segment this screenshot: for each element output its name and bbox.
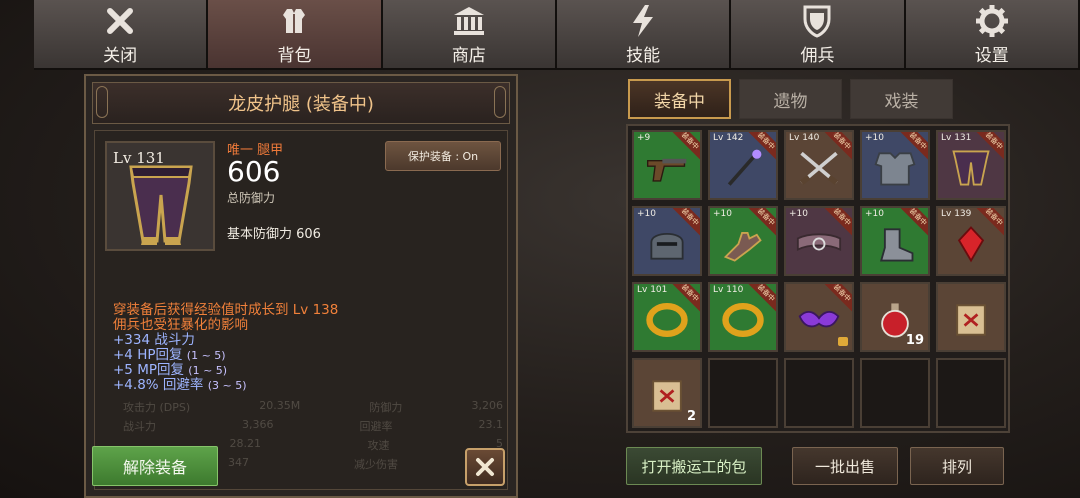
slot-badge: +9	[637, 133, 651, 143]
stat-line: +5 MP回复 (1 ~ 5)	[113, 362, 228, 378]
slot-badge: +10	[713, 209, 732, 219]
slot-badge: Lv 131	[941, 133, 972, 143]
nav-shop-label: 商店	[451, 45, 486, 66]
gauntlet-icon	[720, 222, 766, 266]
title-ornament-right	[494, 86, 506, 118]
inventory-slot-scroll[interactable]: 2	[632, 358, 702, 428]
armor-icon	[276, 3, 312, 39]
inventory-slot-empty[interactable]	[936, 358, 1006, 428]
item-base-defense: 基本防御力 606	[227, 227, 321, 242]
open-porter-bag-button[interactable]: 打开搬运工的包	[626, 447, 762, 485]
inventory-grid: +9 装备中 Lv 142 装备中 Lv 140 装备中 +10 装备中 Lv 131 装备中 +1…	[626, 124, 1010, 433]
close-x-icon	[102, 3, 138, 39]
slot-badge: +10	[789, 209, 808, 219]
belt-icon	[796, 222, 842, 266]
inventory-tabs: 装备中 遗物 戏装	[628, 79, 953, 119]
slot-badge: +10	[865, 209, 884, 219]
slot-badge: +10	[637, 209, 656, 219]
inventory-slot-belt[interactable]: +10 装备中	[784, 206, 854, 276]
inventory-slot-scroll[interactable]	[936, 282, 1006, 352]
nav-skill-button[interactable]: 技能	[556, 0, 732, 70]
gold-ring-icon	[644, 298, 690, 342]
inventory-slot-empty[interactable]	[860, 358, 930, 428]
tab-costume[interactable]: 戏装	[850, 79, 953, 119]
slot-badge: Lv 140	[789, 133, 820, 143]
helmet-icon	[644, 222, 690, 266]
inventory-slot-gold-ring[interactable]: Lv 110 装备中	[708, 282, 778, 352]
nav-settings-button[interactable]: 设置	[905, 0, 1080, 70]
nav-settings-label: 设置	[974, 45, 1009, 66]
scroll-icon	[644, 374, 690, 418]
close-panel-button[interactable]	[465, 448, 505, 486]
inventory-slot-staff[interactable]: Lv 142 装备中	[708, 130, 778, 200]
item-detail-body: 攻击力 (DPS) 20.35M 防御力 3,206 战斗力 3,366 回避率 23.1 …	[94, 130, 508, 490]
bulk-sell-button[interactable]: 一批出售	[792, 447, 898, 485]
inventory-slot-helmet[interactable]: +10 装备中	[632, 206, 702, 276]
stat-line: +334 战斗力	[113, 332, 195, 348]
pistol-icon	[644, 146, 690, 190]
tab-relics[interactable]: 遗物	[739, 79, 842, 119]
inventory-slot-empty[interactable]	[708, 358, 778, 428]
lightning-icon	[625, 3, 661, 39]
title-ornament-left	[96, 86, 108, 118]
slot-badge: Lv 139	[941, 209, 972, 219]
scroll-icon	[948, 298, 994, 342]
item-stats: 穿装备后获得经验值时成长到 Lv 138 佣兵也受狂暴化的影响 +334 战斗力…	[113, 303, 338, 393]
item-title: 龙皮护腿 (装备中)	[228, 94, 374, 115]
top-nav: 关闭 背包 商店 技能 佣兵 设置	[34, 0, 1080, 70]
stat-line: +4.8% 回避率 (3 ~ 5)	[113, 377, 247, 393]
inventory-slot-empty[interactable]	[784, 358, 854, 428]
tab-equipped[interactable]: 装备中	[628, 79, 731, 119]
inventory-slot-crossed-blades[interactable]: Lv 140 装备中	[784, 130, 854, 200]
nav-skill-label: 技能	[626, 45, 661, 66]
unequip-button[interactable]: 解除装备	[92, 446, 218, 486]
inventory-slot-chest-armor[interactable]: +10 装备中	[860, 130, 930, 200]
protect-equipment-toggle[interactable]: 保护装备 : On	[385, 141, 501, 171]
slot-badge: +10	[865, 133, 884, 143]
slot-quantity: 2	[686, 409, 696, 424]
item-defense-label: 总防御力	[227, 191, 276, 205]
nav-close-button[interactable]: 关闭	[34, 0, 209, 70]
growth-note: 佣兵也受狂暴化的影响	[113, 317, 248, 333]
item-title-bar: 龙皮护腿 (装备中)	[92, 82, 510, 124]
item-detail-panel: 龙皮护腿 (装备中) 攻击力 (DPS) 20.35M 防御力 3,206 战斗力 3,…	[84, 74, 518, 498]
slot-quantity: 19	[905, 333, 924, 348]
inventory-slot-pistol[interactable]: +9 装备中	[632, 130, 702, 200]
nav-close-label: 关闭	[103, 45, 138, 66]
inventory-slot-red-gem[interactable]: Lv 139 装备中	[936, 206, 1006, 276]
item-defense-value: 606	[227, 155, 281, 188]
inventory-slot-purple-mask[interactable]: 装备中	[784, 282, 854, 352]
lock-icon	[838, 337, 848, 346]
nav-shop-button[interactable]: 商店	[382, 0, 557, 70]
gold-ring-icon	[720, 298, 766, 342]
growth-line: 穿装备后获得经验值时成长到 Lv 138	[113, 302, 339, 318]
slot-badge: Lv 101	[637, 285, 668, 295]
shield-icon	[799, 3, 835, 39]
slot-badge: Lv 110	[713, 285, 744, 295]
staff-icon	[720, 146, 766, 190]
sort-button[interactable]: 排列	[910, 447, 1004, 485]
red-gem-icon	[948, 222, 994, 266]
inventory-slot-boots[interactable]: +10 装备中	[860, 206, 930, 276]
gear-icon	[974, 3, 1010, 39]
shop-building-icon	[451, 3, 487, 39]
leg-armor-icon	[948, 146, 994, 190]
close-icon	[476, 458, 494, 476]
crossed-blades-icon	[796, 146, 842, 190]
inventory-slot-red-potion[interactable]: 19	[860, 282, 930, 352]
boots-icon	[872, 222, 918, 266]
nav-bag-label: 背包	[277, 45, 312, 66]
nav-mercenary-label: 佣兵	[800, 45, 835, 66]
slot-badge: Lv 142	[713, 133, 744, 143]
purple-mask-icon	[796, 298, 842, 342]
stat-line: +4 HP回复 (1 ~ 5)	[113, 347, 226, 363]
item-portrait: Lv 131	[105, 141, 215, 251]
leg-armor-icon	[129, 165, 193, 245]
inventory-slot-gauntlet[interactable]: +10 装备中	[708, 206, 778, 276]
inventory-slot-gold-ring[interactable]: Lv 101 装备中	[632, 282, 702, 352]
inventory-slot-leg-armor[interactable]: Lv 131 装备中	[936, 130, 1006, 200]
nav-bag-button[interactable]: 背包	[208, 0, 383, 70]
chest-armor-icon	[872, 146, 918, 190]
nav-mercenary-button[interactable]: 佣兵	[731, 0, 906, 70]
